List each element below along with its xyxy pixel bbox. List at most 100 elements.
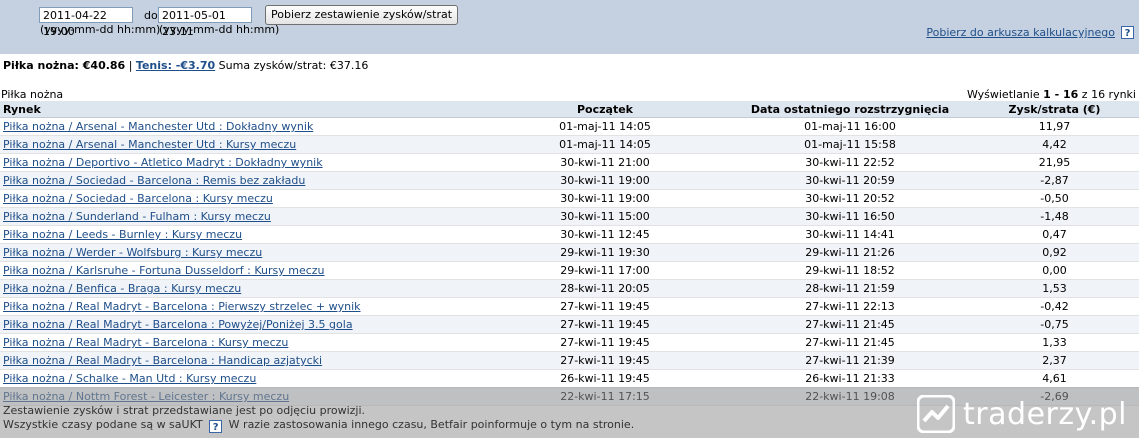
section-title: Piłka nożna [1, 88, 64, 101]
pl-cell: -0,42 [970, 297, 1139, 316]
watermark-logo: traderzy.pl [917, 395, 1127, 433]
market-link[interactable]: Piłka nożna / Benfica - Braga : Kursy me… [3, 282, 241, 295]
from-date-input[interactable]: 2011-04-22 19:00 [39, 7, 133, 38]
market-link[interactable]: Piłka nożna / Schalke - Man Utd : Kursy … [3, 372, 256, 385]
settled-cell: 26-kwi-11 21:33 [730, 369, 970, 388]
table-row: Piłka nożna / Sunderland - Fulham : Kurs… [0, 207, 1139, 226]
market-cell: Piłka nożna / Werder - Wolfsburg : Kursy… [0, 243, 480, 262]
market-link[interactable]: Piłka nożna / Real Madryt - Barcelona : … [3, 336, 288, 349]
market-link[interactable]: Piłka nożna / Sunderland - Fulham : Kurs… [3, 210, 271, 223]
market-link[interactable]: Piłka nożna / Arsenal - Manchester Utd :… [3, 120, 313, 133]
to-date-input[interactable]: 2011-05-01 23:11 [158, 7, 252, 38]
table-row: Piłka nożna / Deportivo - Atletico Madry… [0, 153, 1139, 172]
start-cell: 28-kwi-11 20:05 [480, 279, 730, 298]
market-link[interactable]: Piłka nożna / Deportivo - Atletico Madry… [3, 156, 323, 169]
table-row: Piłka nożna / Real Madryt - Barcelona : … [0, 333, 1139, 352]
total-label: Suma zysków/strat: [218, 59, 327, 72]
paging-suffix: z 16 rynki [1078, 88, 1136, 101]
start-cell: 27-kwi-11 19:45 [480, 315, 730, 334]
to-label: do [144, 9, 158, 22]
export-spreadsheet-link[interactable]: Pobierz do arkusza kalkulacyjnego [926, 26, 1115, 39]
settled-cell: 28-kwi-11 21:59 [730, 279, 970, 298]
settled-cell: 30-kwi-11 14:41 [730, 225, 970, 244]
table-row: Piłka nożna / Sociedad - Barcelona : Kur… [0, 189, 1139, 208]
market-link[interactable]: Piłka nożna / Werder - Wolfsburg : Kursy… [3, 246, 262, 259]
table-row: Piłka nożna / Leeds - Burnley : Kursy me… [0, 225, 1139, 244]
logo-text: traderzy.pl [963, 396, 1127, 432]
market-link[interactable]: Piłka nożna / Sociedad - Barcelona : Kur… [3, 192, 273, 205]
market-cell: Piłka nożna / Karlsruhe - Fortuna Dussel… [0, 261, 480, 280]
pl-cell: 1,53 [970, 279, 1139, 298]
market-cell: Piłka nożna / Real Madryt - Barcelona : … [0, 297, 480, 316]
market-cell: Piłka nożna / Benfica - Braga : Kursy me… [0, 279, 480, 298]
table-row: Piłka nożna / Real Madryt - Barcelona : … [0, 351, 1139, 370]
market-link[interactable]: Piłka nożna / Arsenal - Manchester Utd :… [3, 138, 296, 151]
market-link[interactable]: Piłka nożna / Real Madryt - Barcelona : … [3, 300, 361, 313]
market-link[interactable]: Piłka nożna / Real Madryt - Barcelona : … [3, 354, 322, 367]
start-cell: 26-kwi-11 19:45 [480, 369, 730, 388]
settled-cell: 27-kwi-11 21:45 [730, 315, 970, 334]
pl-cell: 0,92 [970, 243, 1139, 262]
pl-cell: -1,48 [970, 207, 1139, 226]
column-header-pl[interactable]: Zysk/strata (€) [970, 101, 1139, 118]
column-header-market[interactable]: Rynek [0, 101, 480, 118]
settled-cell: 29-kwi-11 21:26 [730, 243, 970, 262]
market-cell: Piłka nożna / Sociedad - Barcelona : Rem… [0, 171, 480, 190]
settled-cell: 29-kwi-11 18:52 [730, 261, 970, 280]
timezone-help-icon[interactable]: ? [209, 420, 223, 433]
table-row: Piłka nożna / Benfica - Braga : Kursy me… [0, 279, 1139, 298]
market-cell: Piłka nożna / Arsenal - Manchester Utd :… [0, 135, 480, 154]
market-link[interactable]: Piłka nożna / Real Madryt - Barcelona : … [3, 318, 353, 331]
market-link[interactable]: Piłka nożna / Sociedad - Barcelona : Rem… [3, 174, 305, 187]
start-cell: 29-kwi-11 19:30 [480, 243, 730, 262]
settled-cell: 01-maj-11 16:00 [730, 117, 970, 136]
table-row: Piłka nożna / Arsenal - Manchester Utd :… [0, 117, 1139, 136]
get-report-button[interactable]: Pobierz zestawienie zysków/strat [265, 5, 459, 25]
pl-cell: 0,47 [970, 225, 1139, 244]
pl-cell: 11,97 [970, 117, 1139, 136]
timezone-note-text-2: W razie zastosowania innego czasu, Betfa… [228, 418, 635, 431]
pl-cell: 4,61 [970, 369, 1139, 388]
market-cell: Piłka nożna / Real Madryt - Barcelona : … [0, 351, 480, 370]
pl-cell: 2,37 [970, 351, 1139, 370]
settled-cell: 27-kwi-11 21:39 [730, 351, 970, 370]
start-cell: 01-maj-11 14:05 [480, 135, 730, 154]
settled-cell: 30-kwi-11 22:52 [730, 153, 970, 172]
market-cell: Piłka nożna / Arsenal - Manchester Utd :… [0, 117, 480, 136]
help-icon[interactable]: ? [1121, 26, 1134, 39]
settled-cell: 30-kwi-11 20:59 [730, 171, 970, 190]
paging-prefix: Wyświetlanie [966, 88, 1044, 101]
start-cell: 27-kwi-11 19:45 [480, 297, 730, 316]
start-cell: 30-kwi-11 19:00 [480, 189, 730, 208]
settled-cell: 30-kwi-11 16:50 [730, 207, 970, 226]
market-cell: Piłka nożna / Leeds - Burnley : Kursy me… [0, 225, 480, 244]
table-row: Piłka nożna / Real Madryt - Barcelona : … [0, 297, 1139, 316]
summary-separator: | [128, 59, 133, 72]
table-row: Piłka nożna / Werder - Wolfsburg : Kursy… [0, 243, 1139, 262]
filter-bar: 2011-04-22 19:00 do 2011-05-01 23:11 Pob… [0, 0, 1139, 54]
market-cell: Piłka nożna / Real Madryt - Barcelona : … [0, 315, 480, 334]
tennis-total-link[interactable]: Tenis: -€3.70 [136, 59, 215, 72]
start-cell: 30-kwi-11 19:00 [480, 171, 730, 190]
market-link[interactable]: Piłka nożna / Leeds - Burnley : Kursy me… [3, 228, 242, 241]
market-cell: Piłka nożna / Real Madryt - Barcelona : … [0, 333, 480, 352]
pl-cell: 4,42 [970, 135, 1139, 154]
results-table: Rynek Początek Data ostatniego rozstrzyg… [0, 101, 1139, 406]
start-cell: 01-maj-11 14:05 [480, 117, 730, 136]
market-link[interactable]: Piłka nożna / Karlsruhe - Fortuna Dussel… [3, 264, 325, 277]
pl-cell: -0,50 [970, 189, 1139, 208]
table-row: Piłka nożna / Schalke - Man Utd : Kursy … [0, 369, 1139, 388]
total-value: €37.16 [329, 59, 369, 72]
to-format-hint: (yyyy-mm-dd hh:mm) [159, 23, 280, 36]
start-cell: 27-kwi-11 19:45 [480, 333, 730, 352]
settled-cell: 27-kwi-11 21:45 [730, 333, 970, 352]
pl-cell: -2,87 [970, 171, 1139, 190]
pl-cell: -0,75 [970, 315, 1139, 334]
column-header-start[interactable]: Początek [480, 101, 730, 118]
settled-cell: 27-kwi-11 22:13 [730, 297, 970, 316]
table-header-row: Rynek Początek Data ostatniego rozstrzyg… [0, 101, 1139, 118]
paging-info: Wyświetlanie 1 - 16 z 16 rynki [967, 88, 1136, 101]
start-cell: 30-kwi-11 15:00 [480, 207, 730, 226]
column-header-settled[interactable]: Data ostatniego rozstrzygnięcia [730, 101, 970, 118]
settled-cell: 01-maj-11 15:58 [730, 135, 970, 154]
